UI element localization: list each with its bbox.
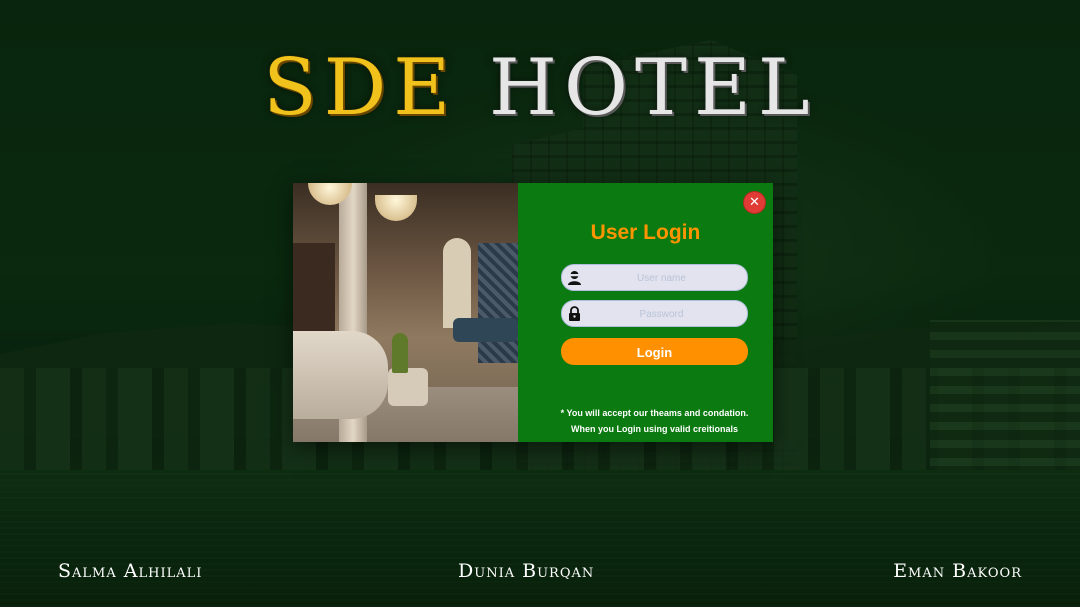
lattice-screen bbox=[478, 243, 518, 363]
password-input[interactable] bbox=[584, 303, 739, 326]
login-title: User Login bbox=[590, 221, 701, 244]
reception-desk bbox=[293, 331, 388, 419]
ceiling-lamp bbox=[375, 195, 417, 221]
login-dialog: ✕ User Login Login bbox=[293, 183, 773, 442]
lobby-sofa bbox=[453, 318, 518, 342]
password-field[interactable] bbox=[561, 300, 748, 327]
terms-line-1: * You will accept our theams and condati… bbox=[560, 408, 749, 418]
author-name-1: Salma Alhilali bbox=[58, 560, 203, 582]
pedestal bbox=[388, 368, 428, 406]
login-panel: ✕ User Login Login bbox=[518, 183, 773, 442]
title-hotel: HOTEL bbox=[488, 43, 817, 133]
user-icon bbox=[567, 270, 582, 285]
username-input[interactable] bbox=[584, 267, 739, 290]
terms-note: * You will accept our theams and condati… bbox=[518, 405, 773, 437]
author-name-2: Dunia Burqan bbox=[458, 560, 595, 582]
lock-icon bbox=[567, 306, 582, 321]
terms-line-2: When you Login using valid creitionals bbox=[570, 424, 738, 434]
login-button[interactable]: Login bbox=[561, 338, 748, 365]
author-name-3: Eman Bakoor bbox=[893, 560, 1022, 582]
close-button[interactable]: ✕ bbox=[743, 191, 766, 214]
title-sde: SDE bbox=[263, 43, 458, 133]
lobby-image bbox=[293, 183, 518, 442]
plant bbox=[392, 333, 408, 373]
close-icon: ✕ bbox=[749, 195, 760, 210]
page-title: SDE HOTEL bbox=[0, 38, 1080, 138]
lobby-arch bbox=[443, 238, 471, 328]
username-field[interactable] bbox=[561, 264, 748, 291]
